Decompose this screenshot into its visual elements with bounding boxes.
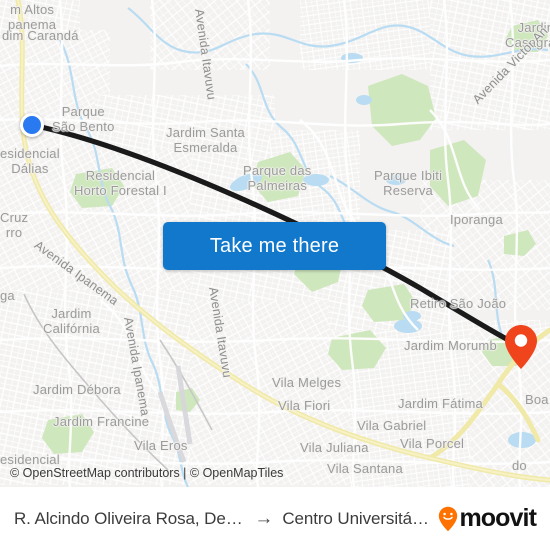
moovit-pin-icon: [439, 506, 458, 531]
origin-dot[interactable]: [20, 113, 44, 137]
moovit-wordmark: moovit: [459, 504, 536, 532]
map-canvas[interactable]: m Altos panema dim Carandá Parque São Bent…: [0, 0, 550, 487]
route-footer: R. Alcindo Oliveira Rosa, De F... → Cent…: [0, 487, 550, 550]
map-attribution[interactable]: © OpenStreetMap contributors | © OpenMap…: [0, 461, 550, 487]
arrow-right-icon: →: [254, 508, 274, 529]
route-summary: R. Alcindo Oliveira Rosa, De F... → Cent…: [14, 509, 430, 529]
moovit-logo[interactable]: moovit: [438, 504, 537, 533]
destination-pin[interactable]: [504, 324, 538, 370]
moovit-route-preview: m Altos panema dim Carandá Parque São Bent…: [0, 0, 550, 550]
route-origin-label: R. Alcindo Oliveira Rosa, De F...: [14, 508, 246, 528]
route-destination-label: Centro Universitári...: [282, 508, 431, 528]
take-me-there-button[interactable]: Take me there: [163, 222, 386, 270]
